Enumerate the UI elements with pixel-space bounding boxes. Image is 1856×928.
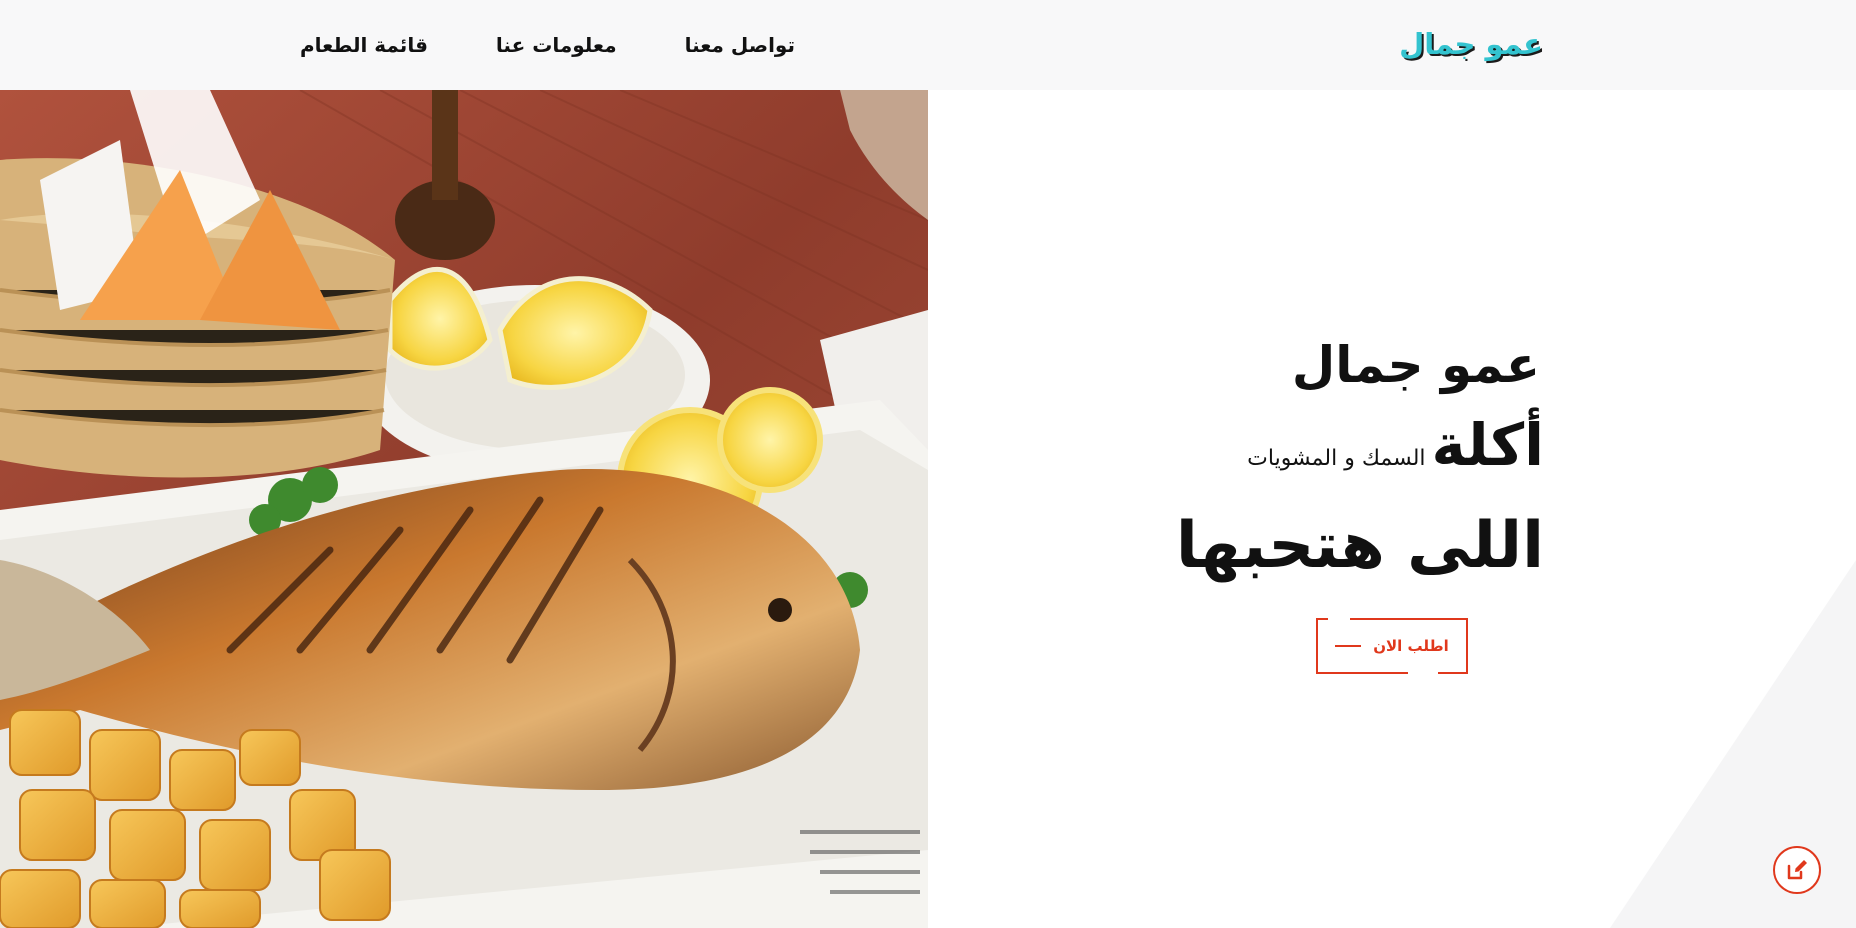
hero-tagline: اللى هتحبها xyxy=(1175,509,1544,583)
nav-link-about[interactable]: معلومات عنا xyxy=(496,30,617,60)
dash-icon xyxy=(1335,645,1362,647)
nav-links: قائمة الطعام معلومات عنا تواصل معنا xyxy=(300,30,795,60)
order-now-button[interactable]: اطلب الان xyxy=(1316,618,1468,674)
hero-food-image xyxy=(0,90,928,928)
hero-subtitle-small: السمك و المشويات xyxy=(1247,446,1426,471)
brand-logo[interactable]: عمو جمال xyxy=(1399,24,1543,64)
nav-link-menu[interactable]: قائمة الطعام xyxy=(300,30,428,60)
hero-subtitle: أكلةالسمك و المشويات xyxy=(1176,410,1544,495)
top-navbar: عمو جمال قائمة الطعام معلومات عنا تواصل … xyxy=(0,0,1856,90)
button-border-gap xyxy=(1328,616,1350,621)
edit-icon xyxy=(1787,860,1807,880)
grilled-fish-photo-icon xyxy=(0,90,928,928)
button-border-gap xyxy=(1408,671,1438,676)
order-now-label: اطلب الان xyxy=(1373,637,1449,655)
nav-link-contact[interactable]: تواصل معنا xyxy=(685,30,795,60)
edit-fab-button[interactable] xyxy=(1773,846,1821,894)
hero-text: عمو جمال أكلةالسمك و المشويات اللى هتحبه… xyxy=(1176,330,1544,583)
hero-subtitle-big: أكلة xyxy=(1431,411,1544,479)
hero-title: عمو جمال xyxy=(1291,336,1540,394)
